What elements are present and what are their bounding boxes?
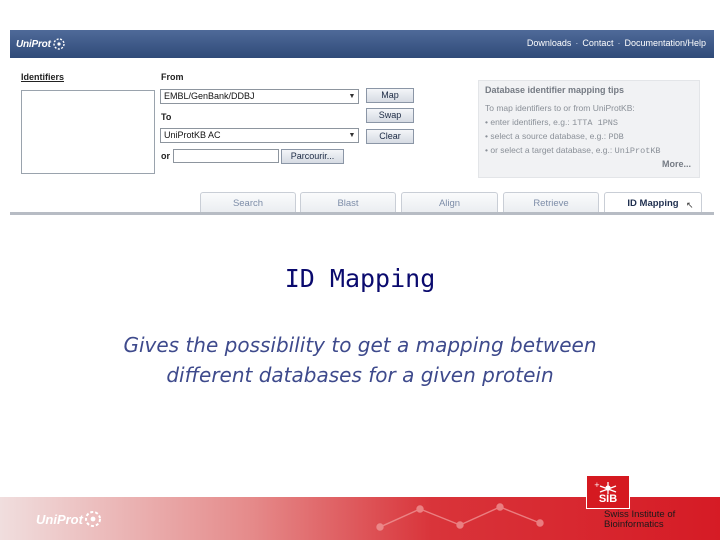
svg-text:+: +	[594, 481, 600, 489]
tips-title: Database identifier mapping tips	[485, 85, 625, 95]
tab-align[interactable]: Align	[401, 192, 498, 214]
mapping-tips-panel: Database identifier mapping tips To map …	[478, 80, 700, 178]
nav-documentation-help[interactable]: Documentation/Help	[624, 38, 706, 48]
mouse-cursor-icon: ↖	[686, 200, 694, 210]
tips-example-source: PDB	[608, 132, 624, 142]
sib-badge-text: SIB	[598, 493, 618, 505]
footer-uniprot-logo: UniProt	[36, 509, 103, 529]
sib-logo: + SIB	[586, 475, 630, 509]
slide-title: ID Mapping	[284, 264, 436, 293]
identifiers-textarea[interactable]	[21, 90, 155, 174]
clear-button[interactable]: Clear	[366, 129, 414, 144]
tips-more-link[interactable]: More...	[662, 159, 691, 169]
browse-file-button[interactable]: Parcourir...	[281, 149, 344, 164]
dropdown-arrow-icon: ▼	[348, 132, 356, 139]
to-label: To	[161, 112, 172, 122]
tips-bullet-target: • or select a target database, e.g.: Uni…	[485, 145, 661, 156]
tab-blast[interactable]: Blast	[300, 192, 396, 214]
swap-button[interactable]: Swap	[366, 108, 414, 123]
uniprot-logo-icon	[84, 511, 101, 527]
from-database-select[interactable]: EMBL/GenBank/DDBJ ▼	[160, 89, 359, 104]
map-button[interactable]: Map	[366, 88, 414, 103]
or-label: or	[161, 151, 170, 161]
tips-example-identifiers: 1TTA 1PNS	[572, 118, 619, 128]
uniprot-screenshot: UniProt Downloads · Contact · Documentat…	[10, 30, 714, 215]
tab-underline	[10, 212, 714, 215]
id-mapping-form: Identifiers From EMBL/GenBank/DDBJ ▼ To …	[10, 58, 714, 215]
nav-downloads[interactable]: Downloads	[527, 38, 572, 48]
uniprot-logo[interactable]: UniProt	[16, 36, 66, 52]
tips-bullet-source: • select a source database, e.g.: PDB	[485, 131, 624, 142]
tab-retrieve[interactable]: Retrieve	[503, 192, 599, 214]
from-database-value: EMBL/GenBank/DDBJ	[164, 91, 255, 101]
top-nav-links: Downloads · Contact · Documentation/Help	[526, 38, 706, 48]
sib-name-line2: Bioinformatics	[604, 519, 664, 530]
tips-bullet-identifiers: • enter identifiers, e.g.: 1TTA 1PNS	[485, 117, 619, 128]
sib-name: Swiss Institute of Bioinformatics	[604, 510, 675, 530]
tab-search[interactable]: Search	[200, 192, 296, 214]
file-path-input[interactable]	[173, 149, 279, 163]
identifiers-label: Identifiers	[21, 72, 65, 82]
slide-body-text: Gives the possibility to get a mapping b…	[123, 333, 597, 387]
top-nav-bar: UniProt Downloads · Contact · Documentat…	[10, 30, 714, 58]
network-decoration-icon	[376, 503, 544, 531]
to-database-value: UniProtKB AC	[164, 130, 221, 140]
tips-intro: To map identifiers to or from UniProtKB:	[485, 103, 635, 113]
nav-contact[interactable]: Contact	[582, 38, 613, 48]
tips-example-target: UniProtKB	[614, 146, 661, 156]
to-database-select[interactable]: UniProtKB AC ▼	[160, 128, 359, 143]
from-label: From	[161, 72, 184, 82]
uniprot-logo-icon	[53, 38, 65, 50]
dropdown-arrow-icon: ▼	[348, 93, 356, 100]
